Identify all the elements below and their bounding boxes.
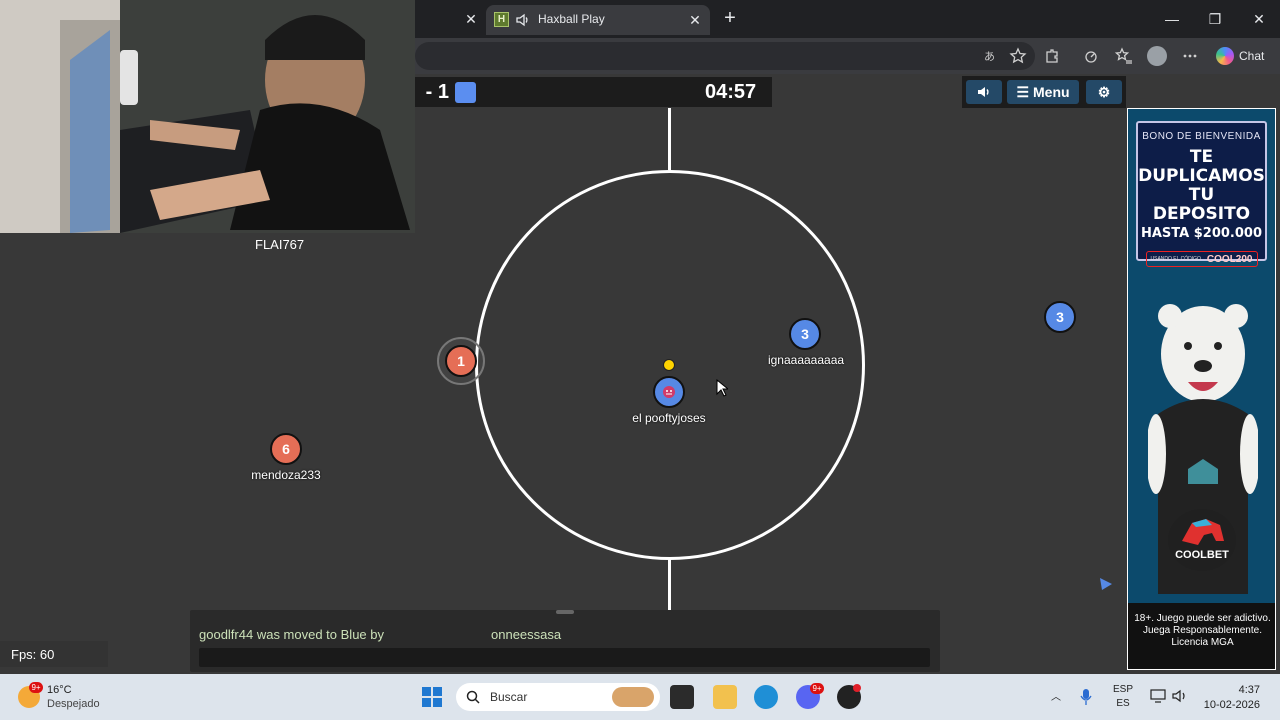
ad-code-prefix: USANDO EL CÓDIGO — [1150, 256, 1201, 262]
network-icon[interactable] — [1150, 689, 1166, 703]
player-name: el pooftyjoses — [632, 411, 706, 425]
favorite-star-icon[interactable] — [1008, 46, 1028, 66]
start-button[interactable] — [422, 687, 442, 707]
extensions-icon[interactable] — [1042, 46, 1062, 66]
webcam-streamer-name: FLAI767 — [255, 237, 305, 252]
blue-team-indicator — [455, 82, 476, 103]
close-tab-icon[interactable]: ✕ — [686, 11, 704, 29]
gear-icon: ⚙ — [1097, 83, 1111, 100]
taskbar-search[interactable]: Buscar — [456, 683, 660, 711]
settings-button[interactable]: ⚙ — [1086, 80, 1122, 104]
player-name: ignaaaaaaaaa — [767, 353, 845, 367]
fps-counter: Fps: 60 — [0, 641, 108, 667]
player-blue-avatar — [653, 376, 685, 408]
copilot-chat-button[interactable]: Chat — [1210, 43, 1272, 69]
svg-text:あ: あ — [984, 50, 995, 63]
coolbet-logo: COOLBET — [1168, 509, 1236, 571]
chat-resize-handle[interactable] — [556, 610, 574, 614]
webcam-video-image — [0, 0, 415, 233]
ad-promo-code: USANDO EL CÓDIGO COOL200 — [1145, 251, 1258, 267]
mouse-cursor-icon — [716, 379, 728, 397]
windows-taskbar: 9+ 16°C Despejado Buscar 9+ ︿ ESP ES 4:3… — [0, 674, 1280, 720]
ad-headline-line: HASTA $200.000 — [1140, 226, 1262, 241]
edge-browser-icon[interactable] — [754, 685, 778, 709]
ad-bono-text: BONO DE BIENVENIDA — [1142, 131, 1261, 142]
copilot-icon — [1216, 47, 1234, 65]
microphone-icon[interactable] — [1080, 688, 1092, 706]
new-tab-icon[interactable]: + — [719, 7, 741, 29]
file-explorer-icon[interactable] — [713, 685, 737, 709]
ad-headline-line: TE DUPLICAMOS — [1138, 147, 1265, 186]
devil-face-icon — [663, 386, 675, 398]
maximize-icon[interactable]: ❐ — [1203, 8, 1227, 30]
coolbet-ad[interactable]: BONO DE BIENVENIDA TE DUPLICAMOS TU DEPO… — [1127, 108, 1276, 670]
translate-icon[interactable]: あ — [982, 46, 1002, 66]
clock-date: 10-02-2026 — [1203, 699, 1260, 711]
menu-button-label: Menu — [1033, 84, 1070, 100]
window-close-icon[interactable]: ✕ — [1247, 8, 1271, 30]
close-tab-icon[interactable]: ✕ — [462, 10, 480, 28]
ad-code: COOL200 — [1206, 253, 1253, 265]
profile-avatar[interactable] — [1147, 46, 1167, 66]
ad-headline-line: TU DEPOSITO — [1152, 185, 1251, 224]
menu-button[interactable]: ☰ Menu — [1007, 80, 1079, 104]
haxball-favicon-icon: H — [494, 12, 509, 27]
search-placeholder: Buscar — [490, 690, 528, 704]
system-clock[interactable]: 4:37 10-02-2026 — [1198, 683, 1260, 713]
volume-icon[interactable] — [1172, 689, 1188, 703]
language-bottom: ES — [1116, 698, 1130, 709]
sound-button[interactable] — [966, 80, 1002, 104]
weather-condition: Despejado — [47, 698, 100, 710]
player-blue-3: 3 — [789, 318, 821, 350]
speaker-icon[interactable] — [514, 11, 532, 29]
taskview-icon[interactable] — [670, 685, 694, 709]
favorites-icon[interactable] — [1114, 46, 1134, 66]
chat-message: goodlfr44 was moved to Blue by — [199, 627, 384, 642]
offscreen-player-arrow-icon — [1100, 578, 1112, 590]
game-chat: goodlfr44 was moved to Blue by onneessas… — [190, 610, 940, 672]
chat-message-name: onneessasa — [491, 627, 562, 642]
webcam-overlay — [0, 0, 415, 233]
app-notification-dot — [853, 684, 861, 692]
ad-headline: TE DUPLICAMOS TU DEPOSITO HASTA $200.000 — [1138, 148, 1265, 243]
more-options-icon[interactable] — [1180, 46, 1200, 66]
player-red-6: 6 — [270, 433, 302, 465]
scoreboard: - 1 04:57 — [415, 77, 772, 107]
halfway-line-top — [668, 108, 671, 170]
ad-brand: COOLBET — [1175, 549, 1229, 561]
score: - 1 — [425, 81, 449, 103]
performance-icon[interactable] — [1081, 46, 1101, 66]
player-blue-3-far: 3 — [1044, 301, 1076, 333]
show-hidden-icons-icon[interactable]: ︿ — [1048, 688, 1064, 703]
match-timer: 04:57 — [705, 81, 757, 103]
clock-time: 4:37 — [1238, 684, 1260, 696]
address-bar[interactable] — [415, 42, 1035, 70]
chat-input[interactable] — [199, 648, 930, 667]
language-top: ESP — [1112, 684, 1133, 695]
player-red-1: 1 — [445, 345, 477, 377]
weather-notification-badge: 9+ — [29, 682, 43, 693]
minimize-icon[interactable]: — — [1160, 8, 1184, 30]
hamburger-icon: ☰ — [1016, 83, 1029, 100]
coolbet-bear-icon — [1182, 519, 1224, 545]
language-indicator[interactable]: ESP ES — [1108, 684, 1138, 709]
tab-haxball[interactable]: H Haxball Play ✕ — [486, 5, 710, 35]
weather-temperature: 16°C — [47, 684, 72, 696]
discord-notification-badge: 9+ — [810, 683, 824, 694]
speaker-icon — [978, 87, 989, 97]
player-name: mendoza233 — [251, 468, 321, 482]
game-controls: ☰ Menu ⚙ — [962, 76, 1126, 108]
chat-button-label: Chat — [1239, 49, 1265, 63]
search-highlight-image — [612, 687, 654, 707]
ad-disclaimer: 18+. Juego puede ser adictivo. Juega Res… — [1128, 603, 1275, 669]
ball — [663, 359, 675, 371]
search-icon — [466, 690, 480, 704]
ad-promo-box: BONO DE BIENVENIDA TE DUPLICAMOS TU DEPO… — [1136, 121, 1267, 267]
tab-title: Haxball Play — [538, 12, 605, 26]
